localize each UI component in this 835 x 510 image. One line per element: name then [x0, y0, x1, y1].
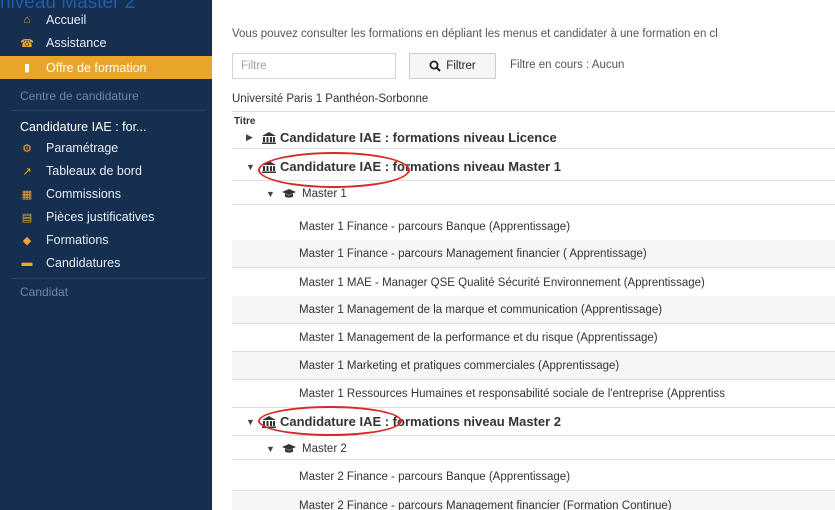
sidebar-item-label: Accueil: [46, 13, 87, 27]
formation-label: Master 2 Finance - parcours Banque (Appr…: [299, 470, 571, 483]
assistance-icon: ☎: [20, 37, 34, 50]
sidebar-item-label: Tableaux de bord: [46, 164, 142, 178]
sidebar-item-tableaux-de-bord[interactable]: ↗ Tableaux de bord: [0, 160, 212, 182]
formations-table: Titre ▶ Candidature IAE : formations niv…: [232, 111, 835, 510]
sidebar-item-candidatures[interactable]: ▬ Candidatures: [0, 252, 212, 274]
group-row-licence[interactable]: ▶ Candidature IAE : formations niveau Li…: [232, 127, 835, 149]
institution-icon: [262, 415, 276, 428]
sidebar-app-name[interactable]: Candidature IAE : for...: [0, 120, 212, 134]
formation-row[interactable]: Master 1 Management de la marque et comm…: [232, 296, 835, 324]
formation-row[interactable]: Master 1 Finance - parcours Management f…: [232, 240, 835, 268]
formation-row[interactable]: Master 1 MAE - Manager QSE Qualité Sécur…: [232, 269, 835, 297]
sidebar-item-label: Commissions: [46, 187, 122, 201]
institution-icon: [262, 160, 276, 173]
sidebar-divider: [10, 110, 205, 111]
filter-input[interactable]: [232, 53, 396, 79]
document-icon: ▤: [21, 211, 33, 224]
formation-row[interactable]: Master 1 Marketing et pratiques commerci…: [232, 352, 835, 380]
group-row-master2[interactable]: ▼ Candidature IAE : formations niveau Ma…: [232, 408, 835, 436]
institution-icon: [262, 131, 276, 144]
sidebar-item-commissions[interactable]: ▦ Commissions: [0, 183, 212, 205]
formation-label: Master 1 Management de la marque et comm…: [299, 303, 663, 316]
sidebar-item-label: Formations: [46, 233, 109, 247]
subgroup-row-master2[interactable]: ▼ Master 2: [232, 438, 835, 460]
university-name: Université Paris 1 Panthéon-Sorbonne: [232, 93, 429, 105]
subgroup-label: Master 2: [302, 442, 347, 455]
formation-label: Master 2 Finance - parcours Management f…: [299, 499, 672, 510]
formation-row[interactable]: Master 2 Finance - parcours Management f…: [232, 492, 835, 510]
home-icon: ⌂: [23, 14, 31, 26]
caret-down-icon: ▼: [266, 188, 275, 199]
graduation-cap-icon: [282, 444, 296, 453]
briefcase-icon: ▬: [21, 257, 33, 269]
sidebar-section-candidat[interactable]: Candidat: [0, 285, 212, 299]
group-label: Candidature IAE : formations niveau Mast…: [280, 414, 562, 429]
sidebar-item-label: Paramétrage: [46, 141, 119, 155]
filter-button[interactable]: Filtrer: [409, 53, 496, 79]
sidebar-section-centre: Centre de candidature: [20, 89, 139, 103]
calendar-icon: ▦: [21, 188, 33, 201]
bookmark-icon: ▮: [23, 62, 31, 74]
intro-text: Vous pouvez consulter les formations en …: [232, 28, 718, 40]
subgroup-label: Master 1: [302, 187, 347, 200]
column-header-titre[interactable]: Titre: [232, 116, 835, 127]
caret-down-icon: ▼: [246, 161, 255, 172]
graduation-cap-icon: [282, 189, 296, 198]
sidebar-item-label: Candidatures: [46, 256, 121, 270]
sidebar-item-pieces-justificatives[interactable]: ▤ Pièces justificatives: [0, 206, 212, 228]
tag-icon: ◆: [22, 234, 32, 247]
sidebar-divider: [10, 278, 205, 279]
page-heading-fragment: niveau Master 2: [0, 0, 136, 13]
formation-row[interactable]: Master 2 Finance - parcours Banque (Appr…: [232, 463, 835, 491]
caret-right-icon: ▶: [246, 132, 253, 142]
main-content: Vous pouvez consulter les formations en …: [232, 0, 835, 510]
sidebar-item-label: Assistance: [46, 36, 107, 50]
group-label: Candidature IAE : formations niveau Mast…: [280, 159, 562, 174]
formation-label: Master 1 Management de la performance et…: [299, 331, 658, 344]
sidebar-item-label: Offre de formation: [46, 60, 147, 75]
sidebar-item-formations[interactable]: ◆ Formations: [0, 229, 212, 251]
sidebar-item-assistance[interactable]: ☎ Assistance: [0, 32, 212, 54]
formation-row[interactable]: Master 1 Management de la performance et…: [232, 324, 835, 352]
sidebar-item-parametrage[interactable]: ⚙ Paramétrage: [0, 137, 212, 159]
filter-button-label: Filtrer: [446, 60, 476, 72]
group-label: Candidature IAE : formations niveau Lice…: [280, 130, 557, 145]
subgroup-row-master1[interactable]: ▼ Master 1: [232, 183, 835, 205]
formation-label: Master 1 MAE - Manager QSE Qualité Sécur…: [299, 276, 705, 289]
sidebar: ⌂ Accueil ☎ Assistance ▮ Offre de format…: [0, 0, 212, 510]
group-row-master1[interactable]: ▼ Candidature IAE : formations niveau Ma…: [232, 153, 835, 181]
sidebar-item-offre-de-formation[interactable]: ▮ Offre de formation: [0, 56, 212, 79]
caret-down-icon: ▼: [246, 416, 255, 427]
chart-icon: ↗: [22, 165, 32, 178]
formation-label: Master 1 Ressources Humaines et responsa…: [299, 387, 725, 400]
formation-label: Master 1 Finance - parcours Banque (Appr…: [299, 220, 571, 233]
filter-status: Filtre en cours : Aucun: [510, 59, 625, 71]
search-icon: [429, 60, 442, 72]
formation-label: Master 1 Finance - parcours Management f…: [299, 247, 647, 260]
sidebar-item-label: Pièces justificatives: [46, 210, 155, 224]
formation-row[interactable]: Master 1 Finance - parcours Banque (Appr…: [232, 213, 835, 241]
settings-icon: ⚙: [22, 142, 32, 155]
caret-down-icon: ▼: [266, 443, 275, 454]
formation-label: Master 1 Marketing et pratiques commerci…: [299, 359, 620, 372]
formation-row[interactable]: Master 1 Ressources Humaines et responsa…: [232, 380, 835, 408]
